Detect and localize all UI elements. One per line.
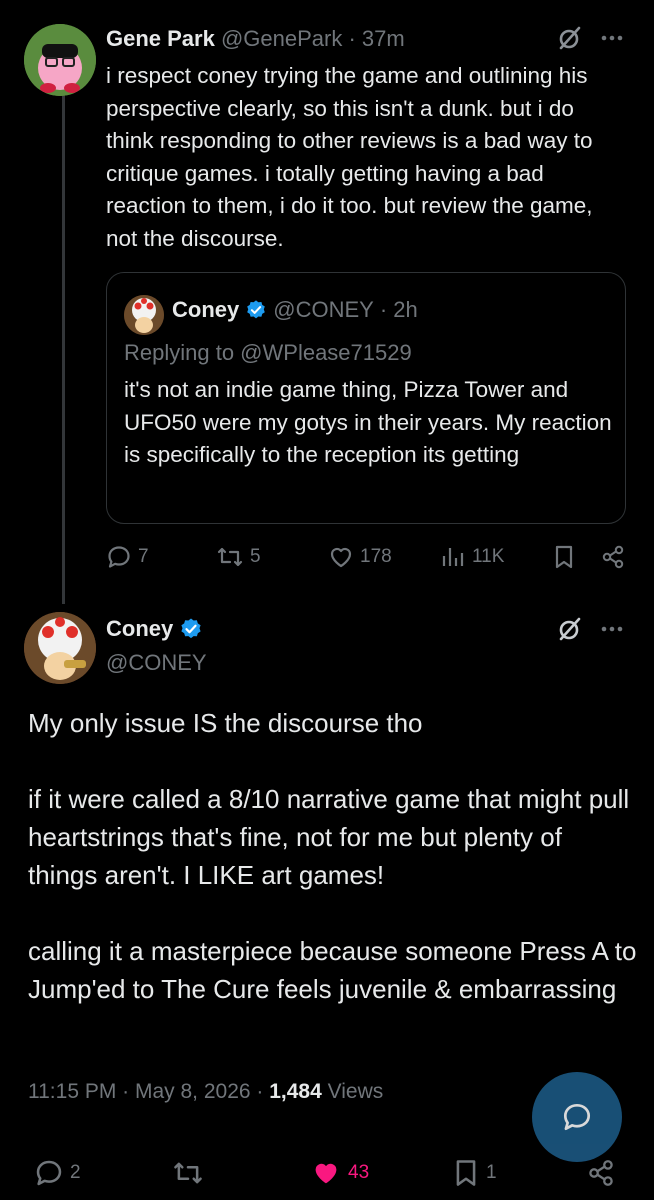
reply-button[interactable]: 7 bbox=[106, 544, 149, 570]
display-name[interactable]: Coney bbox=[106, 616, 173, 642]
repost-button[interactable] bbox=[172, 1158, 204, 1188]
tweet-text: i respect coney trying the game and outl… bbox=[106, 63, 593, 251]
grok-icon[interactable] bbox=[557, 616, 583, 642]
reply-icon bbox=[34, 1158, 64, 1188]
tweet-header: Coney bbox=[106, 616, 203, 642]
reply-icon bbox=[561, 1101, 593, 1133]
reply-button[interactable]: 2 bbox=[34, 1158, 81, 1188]
repost-button[interactable]: 5 bbox=[216, 544, 261, 570]
handle: @CONEY bbox=[273, 297, 374, 322]
tweet-action-bar: 7 5 178 11K bbox=[106, 544, 630, 580]
relative-time: · 2h bbox=[379, 297, 418, 322]
repost-icon bbox=[172, 1158, 204, 1188]
bookmark-icon bbox=[452, 1158, 480, 1188]
views-count: 11K bbox=[472, 546, 505, 567]
thread-connector-line bbox=[62, 94, 65, 604]
like-count: 43 bbox=[348, 1162, 370, 1183]
heart-icon bbox=[328, 544, 354, 570]
bookmark-button[interactable]: 1 bbox=[452, 1158, 497, 1188]
reply-icon bbox=[106, 544, 132, 570]
tweet-timestamp: 11:15 PM · May 8, 2026 · 1,484 Views bbox=[28, 1080, 383, 1104]
more-options-icon[interactable] bbox=[599, 25, 625, 51]
tweet-header: Gene Park @GenePark · 37m bbox=[106, 26, 405, 52]
repost-icon bbox=[216, 544, 244, 570]
grok-icon[interactable] bbox=[557, 25, 583, 51]
detail-action-bar: 2 43 1 bbox=[0, 1150, 654, 1200]
share-button[interactable] bbox=[586, 1158, 616, 1188]
analytics-icon bbox=[440, 544, 466, 570]
share-button[interactable] bbox=[600, 544, 626, 570]
views-count[interactable]: 1,484 bbox=[269, 1080, 322, 1103]
replying-to: Replying to @WPlease71529 bbox=[124, 340, 412, 365]
heart-filled-icon bbox=[310, 1158, 342, 1188]
like-button[interactable]: 43 bbox=[310, 1158, 369, 1188]
compose-reply-fab[interactable] bbox=[532, 1072, 622, 1162]
bookmark-button[interactable] bbox=[552, 544, 576, 570]
share-icon bbox=[586, 1158, 616, 1188]
handle[interactable]: @GenePark bbox=[221, 26, 342, 51]
avatar bbox=[124, 295, 164, 335]
display-name: Coney bbox=[172, 297, 240, 322]
like-button[interactable]: 178 bbox=[328, 544, 392, 570]
reply-count: 2 bbox=[70, 1162, 81, 1183]
more-options-icon[interactable] bbox=[599, 616, 625, 642]
views-label: Views bbox=[321, 1080, 384, 1103]
avatar[interactable] bbox=[24, 24, 96, 96]
tweet-header-actions bbox=[557, 616, 625, 642]
avatar[interactable] bbox=[24, 612, 96, 684]
bookmark-icon bbox=[552, 544, 576, 570]
bookmark-count: 1 bbox=[486, 1162, 497, 1183]
views-button[interactable]: 11K bbox=[440, 544, 504, 570]
quoted-tweet-text: it's not an indie game thing, Pizza Towe… bbox=[124, 377, 612, 467]
share-icon bbox=[600, 544, 626, 570]
repost-count: 5 bbox=[250, 546, 261, 567]
timestamp-text: 11:15 PM · May 8, 2026 · bbox=[28, 1080, 270, 1103]
display-name[interactable]: Gene Park bbox=[106, 26, 215, 51]
quoted-tweet-header: Coney @CONEY · 2h bbox=[172, 297, 418, 323]
tweet-text: My only issue IS the discourse tho if it… bbox=[28, 708, 637, 1004]
handle[interactable]: @CONEY bbox=[106, 650, 207, 676]
like-count: 178 bbox=[360, 546, 392, 567]
relative-time[interactable]: · 37m bbox=[348, 26, 404, 51]
verified-badge-icon bbox=[245, 299, 267, 321]
tweet-header-actions bbox=[557, 25, 625, 51]
reply-count: 7 bbox=[138, 546, 149, 567]
verified-badge-icon bbox=[179, 617, 203, 641]
